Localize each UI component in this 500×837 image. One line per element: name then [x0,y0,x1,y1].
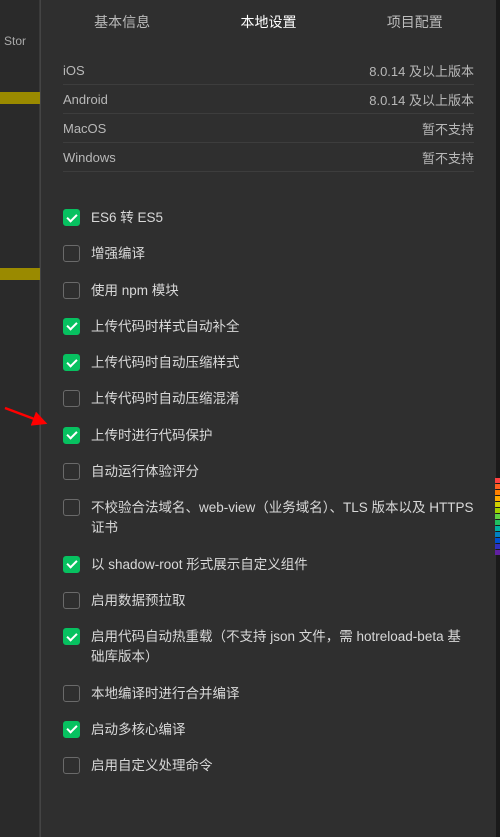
meter-segment [495,484,500,489]
setting-row: 启动多核心编译 [63,712,474,748]
checkbox[interactable] [63,499,80,516]
platform-value: 8.0.14 及以上版本 [369,61,474,80]
checkbox[interactable] [63,628,80,645]
setting-label[interactable]: 不校验合法域名、web-view（业务域名）、TLS 版本以及 HTTPS 证书 [91,498,474,539]
meter-segment [495,526,500,531]
platform-name: Android [63,92,108,107]
setting-label[interactable]: 上传代码时自动压缩样式 [91,353,240,373]
meter-segment [495,496,500,501]
setting-label[interactable]: 本地编译时进行合并编译 [91,684,240,704]
setting-row: 自动运行体验评分 [63,454,474,490]
checkbox[interactable] [63,245,80,262]
setting-row: 上传时进行代码保护 [63,418,474,454]
checkbox[interactable] [63,721,80,738]
platform-name: iOS [63,63,85,78]
setting-label[interactable]: 启动多核心编译 [91,720,186,740]
setting-label[interactable]: ES6 转 ES5 [91,208,163,228]
checkbox[interactable] [63,282,80,299]
setting-row: 启用自定义处理命令 [63,748,474,784]
meter-segment [495,550,500,555]
meter-segment [495,490,500,495]
setting-row: 启用数据预拉取 [63,583,474,619]
setting-label[interactable]: 上传时进行代码保护 [91,426,213,446]
setting-label[interactable]: 上传代码时样式自动补全 [91,317,240,337]
checkbox[interactable] [63,463,80,480]
platform-value: 暂不支持 [422,148,474,167]
setting-label[interactable]: 增强编译 [91,244,145,264]
meter-segment [495,520,500,525]
platform-row-android: Android 8.0.14 及以上版本 [63,85,474,114]
setting-row: 以 shadow-root 形式展示自定义组件 [63,547,474,583]
sidebar-label: Stor [4,34,26,48]
meter-segment [495,538,500,543]
setting-label[interactable]: 上传代码时自动压缩混淆 [91,389,240,409]
meter-segment [495,508,500,513]
setting-label[interactable]: 启用数据预拉取 [91,591,186,611]
setting-label[interactable]: 使用 npm 模块 [91,281,179,301]
meter-segment [495,532,500,537]
highlight-bar [0,268,40,280]
platform-value: 暂不支持 [422,119,474,138]
checkbox[interactable] [63,685,80,702]
checkbox[interactable] [63,390,80,407]
checkbox[interactable] [63,592,80,609]
tabs: 基本信息 本地设置 项目配置 [41,0,496,44]
platform-name: MacOS [63,121,106,136]
platform-list: iOS 8.0.14 及以上版本 Android 8.0.14 及以上版本 Ma… [41,44,496,172]
setting-row: 上传代码时自动压缩混淆 [63,381,474,417]
platform-row-ios: iOS 8.0.14 及以上版本 [63,56,474,85]
setting-row: 启用代码自动热重载（不支持 json 文件，需 hotreload-beta 基… [63,619,474,676]
checkbox[interactable] [63,757,80,774]
setting-row: ES6 转 ES5 [63,200,474,236]
meter-segment [495,478,500,483]
color-meter [495,478,500,558]
meter-segment [495,544,500,549]
checkbox[interactable] [63,318,80,335]
tab-project-config[interactable]: 项目配置 [383,0,447,44]
settings-list: ES6 转 ES5 增强编译使用 npm 模块上传代码时样式自动补全上传代码时自动… [41,172,496,784]
setting-row: 上传代码时样式自动补全 [63,309,474,345]
setting-label[interactable]: 自动运行体验评分 [91,462,199,482]
settings-panel: 基本信息 本地设置 项目配置 iOS 8.0.14 及以上版本 Android … [40,0,496,837]
checkbox[interactable] [63,209,80,226]
setting-row: 增强编译 [63,236,474,272]
left-sidebar: Stor [0,0,40,837]
checkbox[interactable] [63,354,80,371]
setting-label[interactable]: 以 shadow-root 形式展示自定义组件 [91,555,308,575]
checkbox[interactable] [63,427,80,444]
highlight-bar [0,92,40,104]
setting-row: 本地编译时进行合并编译 [63,676,474,712]
setting-label[interactable]: 启用自定义处理命令 [91,756,213,776]
meter-segment [495,514,500,519]
tab-basic-info[interactable]: 基本信息 [90,0,154,44]
setting-label[interactable]: 启用代码自动热重载（不支持 json 文件，需 hotreload-beta 基… [91,627,474,668]
meter-segment [495,502,500,507]
setting-row: 使用 npm 模块 [63,273,474,309]
setting-row: 不校验合法域名、web-view（业务域名）、TLS 版本以及 HTTPS 证书 [63,490,474,547]
checkbox[interactable] [63,556,80,573]
platform-value: 8.0.14 及以上版本 [369,90,474,109]
platform-row-macos: MacOS 暂不支持 [63,114,474,143]
setting-row: 上传代码时自动压缩样式 [63,345,474,381]
tab-local-settings[interactable]: 本地设置 [236,0,300,44]
platform-name: Windows [63,150,116,165]
platform-row-windows: Windows 暂不支持 [63,143,474,172]
